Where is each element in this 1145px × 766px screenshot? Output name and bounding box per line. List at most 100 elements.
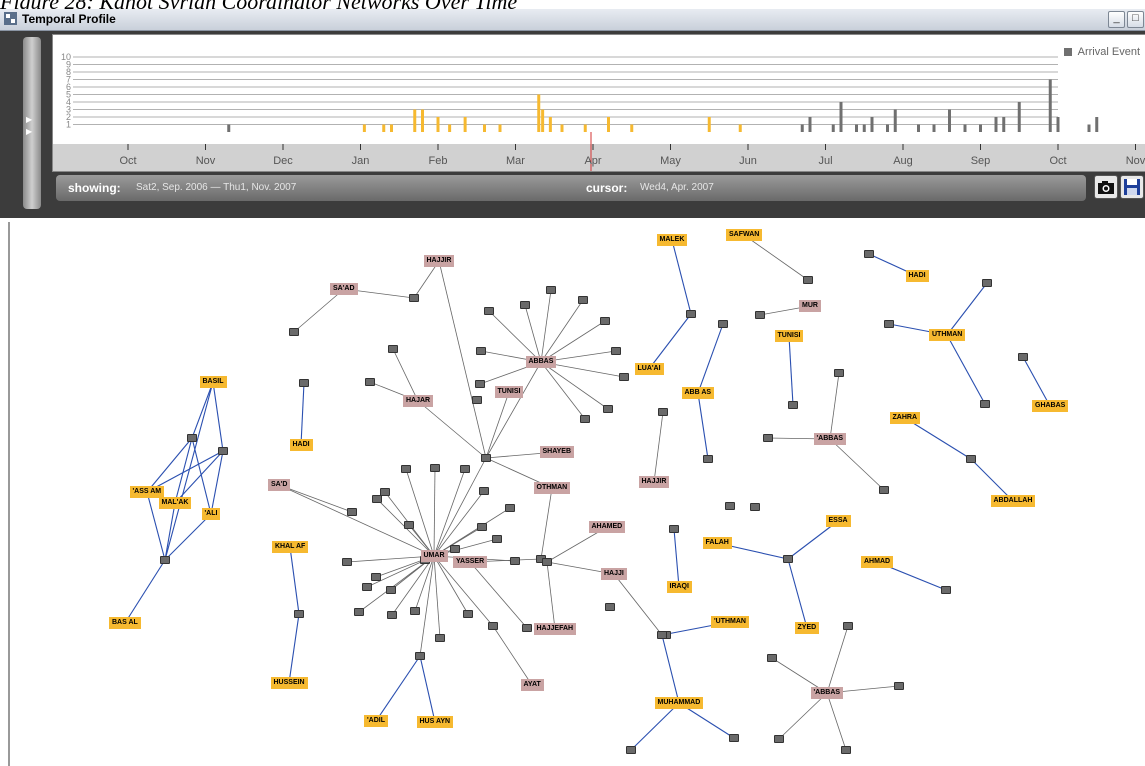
phone-node-icon[interactable]: [463, 610, 473, 618]
node-label-adil[interactable]: 'ADIL: [364, 715, 388, 727]
phone-node-icon[interactable]: [492, 535, 502, 543]
node-label-malak[interactable]: MAL'AK: [158, 497, 192, 509]
node-label-essa[interactable]: ESSA: [825, 515, 851, 527]
node-label-hajjefah[interactable]: HAJJEFAH: [533, 623, 577, 635]
phone-node-icon[interactable]: [347, 508, 357, 516]
node-label-ahamed[interactable]: AHAMED: [588, 521, 626, 533]
node-label-hadi2[interactable]: HADI: [905, 270, 929, 282]
phone-node-icon[interactable]: [386, 586, 396, 594]
phone-node-icon[interactable]: [484, 307, 494, 315]
phone-node-icon[interactable]: [218, 447, 228, 455]
phone-node-icon[interactable]: [605, 603, 615, 611]
node-label-mur[interactable]: MUR: [799, 300, 821, 312]
phone-node-icon[interactable]: [603, 405, 613, 413]
node-label-ahmad[interactable]: AHMAD: [861, 556, 894, 568]
node-label-umar[interactable]: UMAR: [420, 550, 448, 562]
phone-node-icon[interactable]: [774, 735, 784, 743]
phone-node-icon[interactable]: [879, 486, 889, 494]
phone-node-icon[interactable]: [841, 746, 851, 754]
node-label-zyed[interactable]: ZYED: [794, 622, 820, 634]
snapshot-button[interactable]: [1094, 175, 1118, 199]
phone-node-icon[interactable]: [686, 310, 696, 318]
network-graph[interactable]: HAJJIR SA'AD ABBAS TUNISI HAJAR SHAYEB OTHMAN S…: [8, 222, 1145, 766]
phone-node-icon[interactable]: [362, 583, 372, 591]
node-label-uthman1[interactable]: UTHMAN: [929, 329, 966, 341]
phone-node-icon[interactable]: [725, 502, 735, 510]
phone-node-icon[interactable]: [510, 557, 520, 565]
node-label-iraqi[interactable]: IRAQI: [666, 581, 692, 593]
phone-node-icon[interactable]: [481, 454, 491, 462]
phone-node-icon[interactable]: [387, 611, 397, 619]
phone-node-icon[interactable]: [476, 347, 486, 355]
node-label-abbas3[interactable]: 'ABBAS: [810, 687, 844, 699]
phone-node-icon[interactable]: [388, 345, 398, 353]
node-label-saad1[interactable]: SA'AD: [330, 283, 358, 295]
phone-node-icon[interactable]: [626, 746, 636, 754]
phone-node-icon[interactable]: [410, 607, 420, 615]
save-button[interactable]: [1120, 175, 1144, 199]
node-label-basil[interactable]: BASIL: [199, 376, 227, 388]
arrival-histogram[interactable]: Arrival Event 1 2 3 4 5 6 7 8 9 10 Oct Nov Dec Jan Feb…: [52, 34, 1145, 172]
phone-node-icon[interactable]: [187, 434, 197, 442]
phone-node-icon[interactable]: [578, 296, 588, 304]
phone-node-icon[interactable]: [767, 654, 777, 662]
phone-node-icon[interactable]: [619, 373, 629, 381]
phone-node-icon[interactable]: [479, 487, 489, 495]
node-label-uthman2[interactable]: 'UTHMAN: [711, 616, 749, 628]
phone-node-icon[interactable]: [354, 608, 364, 616]
phone-node-icon[interactable]: [783, 555, 793, 563]
node-label-hajjir1[interactable]: HAJJIR: [423, 255, 455, 267]
node-label-abdallah[interactable]: ABDALLAH: [990, 495, 1036, 507]
restore-button[interactable]: □: [1127, 11, 1144, 28]
phone-node-icon[interactable]: [580, 415, 590, 423]
phone-node-icon[interactable]: [505, 504, 515, 512]
node-label-hadi1[interactable]: HADI: [289, 439, 313, 451]
node-label-abbas1[interactable]: ABBAS: [525, 356, 557, 368]
phone-node-icon[interactable]: [522, 624, 532, 632]
node-label-hajji[interactable]: HAJJI: [601, 568, 627, 580]
phone-node-icon[interactable]: [409, 294, 419, 302]
phone-node-icon[interactable]: [294, 610, 304, 618]
node-label-tunisi2[interactable]: TUNISI: [774, 330, 804, 342]
phone-node-icon[interactable]: [430, 464, 440, 472]
phone-node-icon[interactable]: [703, 455, 713, 463]
phone-node-icon[interactable]: [415, 652, 425, 660]
phone-node-icon[interactable]: [342, 558, 352, 566]
phone-node-icon[interactable]: [729, 734, 739, 742]
phone-node-icon[interactable]: [1018, 353, 1028, 361]
phone-node-icon[interactable]: [843, 622, 853, 630]
phone-node-icon[interactable]: [834, 369, 844, 377]
phone-node-icon[interactable]: [788, 401, 798, 409]
node-label-tunisi1[interactable]: TUNISI: [494, 386, 524, 398]
phone-node-icon[interactable]: [750, 503, 760, 511]
node-label-husayn[interactable]: HUS AYN: [416, 716, 454, 728]
phone-node-icon[interactable]: [803, 276, 813, 284]
node-label-ali[interactable]: 'ALI: [201, 508, 221, 520]
node-label-safwan[interactable]: SAFWAN: [726, 229, 763, 241]
node-label-ayat[interactable]: AYAT: [520, 679, 544, 691]
node-label-sad2[interactable]: SA'D: [268, 479, 291, 491]
node-label-zahra[interactable]: ZAHRA: [889, 412, 920, 424]
phone-node-icon[interactable]: [365, 378, 375, 386]
phone-node-icon[interactable]: [982, 279, 992, 287]
node-label-hajjir2[interactable]: HAJJIR: [638, 476, 670, 488]
node-label-muhammad[interactable]: MUHAMMAD: [654, 697, 704, 709]
phone-node-icon[interactable]: [435, 634, 445, 642]
phone-node-icon[interactable]: [657, 631, 667, 639]
node-label-othman[interactable]: OTHMAN: [533, 482, 571, 494]
phone-node-icon[interactable]: [520, 301, 530, 309]
node-label-luaai[interactable]: LUA'AI: [634, 363, 664, 375]
phone-node-icon[interactable]: [477, 523, 487, 531]
node-label-abbas2[interactable]: 'ABBAS: [813, 433, 847, 445]
phone-node-icon[interactable]: [611, 347, 621, 355]
node-label-ghabas[interactable]: GHABAS: [1032, 400, 1069, 412]
phone-node-icon[interactable]: [864, 250, 874, 258]
phone-node-icon[interactable]: [460, 465, 470, 473]
phone-node-icon[interactable]: [884, 320, 894, 328]
phone-node-icon[interactable]: [894, 682, 904, 690]
phone-node-icon[interactable]: [299, 379, 309, 387]
phone-node-icon[interactable]: [669, 525, 679, 533]
phone-node-icon[interactable]: [718, 320, 728, 328]
phone-node-icon[interactable]: [755, 311, 765, 319]
phone-node-icon[interactable]: [289, 328, 299, 336]
